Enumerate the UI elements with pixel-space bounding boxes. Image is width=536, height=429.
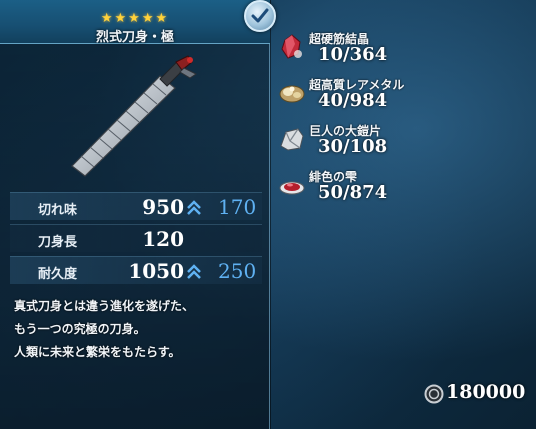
stat-row-durability: 耐久度 1050 250 — [10, 256, 262, 284]
stat-row-blade-length: 刀身長 120 — [10, 224, 262, 252]
stat-value: 1050 — [128, 259, 184, 283]
checkmark-icon[interactable] — [244, 0, 276, 32]
scarlet-drop-icon — [278, 172, 306, 198]
material-item: 緋色の雫 50/874 — [278, 168, 528, 212]
stat-bonus: 170 — [218, 195, 257, 219]
upgrade-arrow-icon — [186, 263, 202, 281]
weapon-name: 烈式刀身・極 — [95, 30, 174, 45]
stat-bonus: 250 — [218, 259, 257, 283]
coin-icon — [424, 384, 444, 404]
stat-row-sharpness: 切れ味 950 170 — [10, 192, 262, 220]
rare-metal-icon — [278, 80, 306, 106]
material-count: 10/364 — [318, 44, 388, 65]
rarity-stars: ★★★★★ — [100, 11, 170, 26]
weapon-image — [10, 48, 260, 188]
stat-label: 耐久度 — [38, 267, 78, 282]
upgrade-arrow-icon — [186, 199, 202, 217]
material-count: 40/984 — [318, 90, 388, 111]
currency-amount: 180000 — [446, 381, 526, 403]
armor-shard-icon — [278, 126, 306, 152]
weapon-detail-panel: ★★★★★ 烈式刀身・極 切れ味 950 170 刀身長 120 耐久度 105… — [0, 0, 276, 429]
description-line: 真式刀身とは違う進化を遂げた、 — [14, 299, 195, 313]
weapon-title-banner: ★★★★★ 烈式刀身・極 — [0, 0, 270, 45]
stat-value: 120 — [142, 227, 184, 251]
stat-label: 刀身長 — [38, 235, 78, 250]
stat-value: 950 — [142, 195, 184, 219]
material-item: 巨人の大鎧片 30/108 — [278, 122, 528, 166]
stat-label: 切れ味 — [38, 203, 78, 218]
currency-display: 180000 — [424, 380, 534, 408]
description-line: もう一つの究極の刀身。 — [14, 322, 146, 336]
material-count: 50/874 — [318, 182, 388, 203]
material-item: 超硬筋結晶 10/364 — [278, 30, 528, 74]
description-line: 人類に未来と繁栄をもたらす。 — [14, 345, 181, 359]
red-crystal-icon — [278, 34, 306, 60]
material-item: 超高質レアメタル 40/984 — [278, 76, 528, 120]
material-count: 30/108 — [318, 136, 388, 157]
weapon-description: 真式刀身とは違う進化を遂げた、 もう一つの究極の刀身。 人類に未来と繁栄をもたら… — [14, 295, 264, 364]
